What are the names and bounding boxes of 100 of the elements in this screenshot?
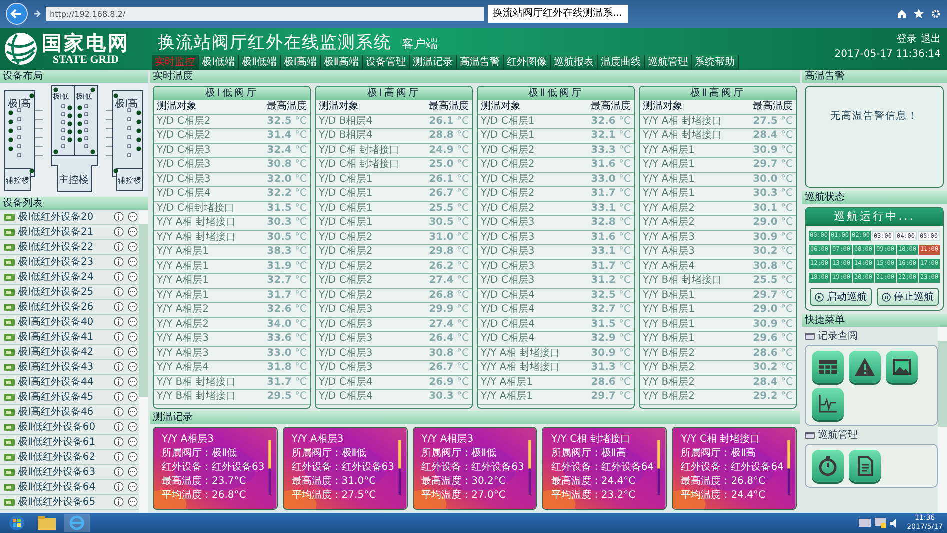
more-icon[interactable] bbox=[128, 392, 138, 402]
device-name[interactable]: 极Ⅰ高红外设备45 bbox=[18, 390, 111, 404]
warning-button[interactable] bbox=[849, 351, 881, 383]
image-icon[interactable] bbox=[891, 356, 913, 378]
info-icon[interactable] bbox=[114, 452, 124, 462]
more-icon[interactable] bbox=[128, 332, 138, 342]
device-name[interactable]: 极Ⅰ高红外设备43 bbox=[18, 360, 111, 374]
more-icon[interactable] bbox=[128, 227, 138, 237]
device-name[interactable]: 极Ⅰ高红外设备40 bbox=[18, 315, 111, 329]
info-icon[interactable] bbox=[114, 287, 124, 297]
info-icon[interactable] bbox=[114, 302, 124, 312]
more-icon[interactable] bbox=[128, 482, 138, 492]
device-name[interactable]: 极Ⅰ高红外设备42 bbox=[18, 345, 111, 359]
device-name[interactable]: 极Ⅱ低红外设备61 bbox=[18, 435, 111, 449]
nav-tab[interactable]: 巡航报表 bbox=[550, 55, 598, 70]
forward-button[interactable] bbox=[32, 9, 42, 19]
info-icon[interactable] bbox=[114, 362, 124, 372]
nav-tab[interactable]: 极Ⅰ低端 bbox=[199, 55, 239, 70]
device-name[interactable]: 极Ⅰ低红外设备24 bbox=[18, 270, 111, 284]
more-icon[interactable] bbox=[128, 242, 138, 252]
more-icon[interactable] bbox=[128, 302, 138, 312]
stopwatch-button[interactable] bbox=[812, 450, 844, 482]
more-icon[interactable] bbox=[128, 212, 138, 222]
more-icon[interactable] bbox=[128, 467, 138, 477]
thermal-record-card[interactable]: Y/Y C相 封堵接口 所属阀厅：极Ⅱ高 红外设备：红外设备64 最高温度：24.4°C 平均温度：23.2°C bbox=[542, 426, 668, 510]
device-name[interactable]: 极Ⅰ高红外设备41 bbox=[18, 330, 111, 344]
chart-button[interactable] bbox=[812, 388, 844, 420]
info-icon[interactable] bbox=[114, 332, 124, 342]
device-name[interactable]: 极Ⅰ高红外设备44 bbox=[18, 375, 111, 389]
nav-tab[interactable]: 巡航管理 bbox=[644, 55, 692, 70]
device-name[interactable]: 极Ⅰ低红外设备23 bbox=[18, 255, 111, 269]
thermal-record-card[interactable]: Y/Y A相层3 所属阀厅：极Ⅱ低 红外设备：红外设备63 最高温度：31.0°C 平均温度：27.5°C bbox=[282, 426, 408, 510]
device-name[interactable]: 极Ⅰ低红外设备20 bbox=[18, 210, 111, 224]
header-link[interactable]: 登录 bbox=[897, 32, 917, 46]
more-icon[interactable] bbox=[128, 452, 138, 462]
scrollbar[interactable] bbox=[938, 327, 947, 513]
scrollbar[interactable] bbox=[139, 210, 148, 513]
thermal-record-card[interactable]: Y/Y C相 封堵接口 所属阀厅：极Ⅱ高 红外设备：红外设备64 最高温度：26.8°C 平均温度：24.4°C bbox=[672, 426, 797, 510]
nav-tab[interactable]: 极Ⅱ高端 bbox=[320, 55, 363, 70]
table-button[interactable] bbox=[812, 351, 844, 383]
device-name[interactable]: 极Ⅰ低红外设备26 bbox=[18, 300, 111, 314]
image-button[interactable] bbox=[886, 351, 918, 383]
pause-icon[interactable] bbox=[882, 292, 891, 302]
nav-tab[interactable]: 极Ⅱ低端 bbox=[238, 55, 281, 70]
warning-icon[interactable] bbox=[854, 356, 876, 378]
more-icon[interactable] bbox=[128, 377, 138, 387]
device-name[interactable]: 极Ⅱ低红外设备63 bbox=[18, 465, 111, 479]
document-button[interactable] bbox=[849, 450, 881, 482]
nav-tab[interactable]: 系统帮助 bbox=[692, 55, 739, 70]
device-name[interactable]: 极Ⅰ低红外设备25 bbox=[18, 285, 111, 299]
home-icon[interactable] bbox=[897, 9, 907, 19]
info-icon[interactable] bbox=[114, 242, 124, 252]
info-icon[interactable] bbox=[114, 482, 124, 492]
device-name[interactable]: 极Ⅰ高红外设备46 bbox=[18, 405, 111, 419]
info-icon[interactable] bbox=[114, 497, 124, 507]
chart-icon[interactable] bbox=[817, 393, 839, 415]
stop-cruise-button[interactable]: 停止巡航 bbox=[877, 288, 939, 306]
info-icon[interactable] bbox=[114, 422, 124, 432]
info-icon[interactable] bbox=[114, 317, 124, 327]
more-icon[interactable] bbox=[128, 422, 138, 432]
more-icon[interactable] bbox=[128, 362, 138, 372]
thermal-record-card[interactable]: Y/Y A相层3 所属阀厅：极Ⅱ低 红外设备：红外设备63 最高温度：23.7°C 平均温度：26.8°C bbox=[153, 426, 278, 510]
info-icon[interactable] bbox=[114, 392, 124, 402]
device-name[interactable]: 极Ⅱ低红外设备65 bbox=[18, 495, 111, 509]
nav-tab[interactable]: 温度曲线 bbox=[598, 55, 645, 70]
device-name[interactable]: 极Ⅱ低红外设备64 bbox=[18, 480, 111, 494]
more-icon[interactable] bbox=[128, 272, 138, 282]
browser-tab[interactable]: 换流站阀厅红外在线测温系... bbox=[488, 5, 628, 23]
device-name[interactable]: 极Ⅰ低红外设备21 bbox=[18, 225, 111, 239]
info-icon[interactable] bbox=[114, 272, 124, 282]
device-name[interactable]: 极Ⅱ低红外设备60 bbox=[18, 420, 111, 434]
settings-icon[interactable] bbox=[931, 9, 941, 19]
device-name[interactable]: 极Ⅱ低红外设备62 bbox=[18, 450, 111, 464]
info-icon[interactable] bbox=[114, 407, 124, 417]
info-icon[interactable] bbox=[114, 377, 124, 387]
info-icon[interactable] bbox=[114, 227, 124, 237]
info-icon[interactable] bbox=[114, 257, 124, 267]
nav-tab[interactable]: 设备管理 bbox=[362, 55, 410, 70]
address-field[interactable]: http://192.168.8.2/ bbox=[46, 7, 484, 21]
more-icon[interactable] bbox=[128, 257, 138, 267]
info-icon[interactable] bbox=[114, 212, 124, 222]
header-link[interactable]: 退出 bbox=[921, 32, 941, 46]
more-icon[interactable] bbox=[128, 287, 138, 297]
nav-tab[interactable]: 测温记录 bbox=[410, 55, 457, 70]
device-name[interactable]: 极Ⅰ低红外设备22 bbox=[18, 240, 111, 254]
more-icon[interactable] bbox=[128, 347, 138, 357]
info-icon[interactable] bbox=[114, 437, 124, 447]
start-cruise-button[interactable]: 启动巡航 bbox=[810, 288, 872, 306]
info-icon[interactable] bbox=[114, 347, 124, 357]
more-icon[interactable] bbox=[128, 407, 138, 417]
info-icon[interactable] bbox=[114, 467, 124, 477]
nav-tab[interactable]: 极Ⅰ高端 bbox=[280, 55, 321, 70]
more-icon[interactable] bbox=[128, 317, 138, 327]
stopwatch-icon[interactable] bbox=[817, 455, 839, 477]
thermal-record-card[interactable]: Y/Y A相层3 所属阀厅：极Ⅱ低 红外设备：红外设备63 最高温度：30.2°C 平均温度：27.0°C bbox=[412, 426, 538, 510]
nav-tab[interactable]: 高温告警 bbox=[456, 55, 504, 70]
more-icon[interactable] bbox=[128, 497, 138, 507]
more-icon[interactable] bbox=[128, 437, 138, 447]
star-icon[interactable] bbox=[914, 9, 924, 19]
nav-tab[interactable]: 红外图像 bbox=[504, 55, 551, 70]
